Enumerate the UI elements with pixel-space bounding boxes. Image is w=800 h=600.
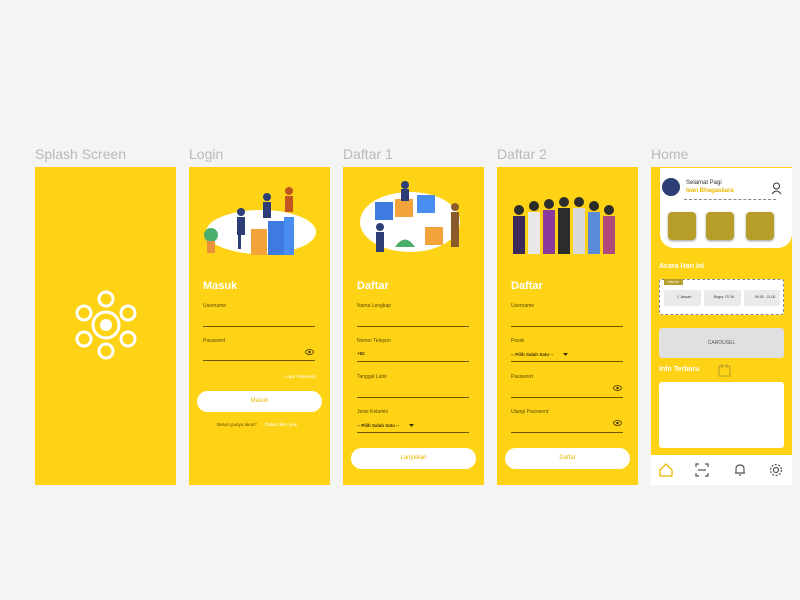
signup-prompt: Belum punya akun? (217, 422, 257, 427)
username2-label: Username (511, 303, 535, 309)
avatar (662, 178, 680, 196)
phone-field[interactable] (357, 361, 469, 362)
username-label: Username (203, 303, 227, 309)
scan-icon[interactable] (695, 463, 709, 477)
daftar1-frame-label: Daftar 1 (343, 146, 393, 162)
header-card: Selamat Pagi Ivan Bhagaskara (660, 168, 792, 248)
register-button[interactable]: Daftar (505, 448, 630, 469)
team-illustration (513, 197, 615, 254)
today-section-title: Acara Hari Ini (659, 263, 705, 270)
login-screen: Masuk Username Password Lupa Password Ma… (189, 167, 330, 485)
confirm-password-label: Ulangi Password (511, 409, 549, 415)
password-field[interactable] (203, 360, 315, 361)
greeting: Selamat Pagi (686, 180, 722, 186)
eye-icon[interactable] (305, 349, 314, 355)
username2-field[interactable] (511, 326, 623, 327)
forgot-password-link[interactable]: Lupa Password (285, 374, 316, 379)
gender-select-value[interactable]: -- Pilih Salah Satu -- (357, 423, 399, 428)
event-time: 09.00 - 11.00 (755, 295, 776, 299)
full-name-field[interactable] (357, 326, 469, 327)
profile-icon[interactable] (771, 182, 782, 195)
settings-icon[interactable] (769, 463, 783, 477)
info-section-title: Info Terbaru (659, 366, 700, 373)
position-select[interactable] (511, 361, 623, 362)
chevron-down-icon (409, 424, 414, 427)
today-badge: Hari ini (664, 279, 683, 285)
carousel[interactable]: CAROUSEL (659, 328, 784, 358)
app-logo-icon (75, 290, 137, 360)
password2-label: Password (511, 374, 533, 380)
event-card[interactable]: Hari ini 1 Januari Bogor, ITI 34 09.00 -… (659, 279, 784, 315)
gender-label: Jenis Kelamin (357, 409, 389, 415)
menu-tile-1[interactable] (668, 212, 696, 240)
position-select-value[interactable]: -- Pilih Salah Satu -- (511, 352, 553, 357)
username-field[interactable] (203, 326, 315, 327)
password-label: Password (203, 338, 225, 344)
home-icon[interactable] (659, 463, 673, 477)
menu-tile-2[interactable] (706, 212, 734, 240)
eye-icon[interactable] (613, 420, 622, 426)
password2-field[interactable] (511, 397, 623, 398)
gender-select[interactable] (357, 432, 469, 433)
header-divider (684, 199, 776, 200)
menu-tile-3[interactable] (746, 212, 774, 240)
splash-frame-label: Splash Screen (35, 146, 127, 162)
login-button[interactable]: Masuk (197, 391, 322, 412)
calendar-icon (718, 364, 731, 377)
birth-date-label: Tanggal Lahir (357, 374, 388, 380)
position-label: Posisi (511, 338, 525, 344)
full-name-label: Nama Lengkap (357, 303, 391, 309)
bell-icon[interactable] (733, 463, 747, 477)
home-frame-label: Home (651, 146, 689, 162)
continue-button[interactable]: Lanjutkan (351, 448, 476, 469)
confirm-password-field[interactable] (511, 432, 623, 433)
birth-date-field[interactable] (357, 397, 469, 398)
register-step2-screen: Daftar Username Posisi -- Pilih Salah Sa… (497, 167, 638, 485)
bottom-nav (651, 455, 792, 485)
register-heading: Daftar (357, 280, 389, 292)
eye-icon[interactable] (613, 385, 622, 391)
teamwork-illustration (204, 187, 316, 255)
register-step1-screen: Daftar Nama Lengkap Nomor Telepon +62 Ta… (343, 167, 484, 485)
puzzle-illustration (360, 181, 460, 252)
login-heading: Masuk (203, 280, 238, 292)
daftar2-frame-label: Daftar 2 (497, 146, 547, 162)
login-frame-label: Login (189, 146, 224, 162)
user-name: Ivan Bhagaskara (686, 188, 734, 194)
register2-heading: Daftar (511, 280, 543, 292)
splash-screen (35, 167, 176, 485)
chevron-down-icon (563, 353, 568, 356)
info-panel (659, 382, 784, 448)
event-location: Bogor, ITI 34 (714, 295, 735, 299)
phone-prefix: +62 (357, 351, 365, 356)
phone-label: Nomor Telepon (357, 338, 391, 344)
signup-link[interactable]: Daftar disini yuk (265, 422, 297, 427)
home-screen: Selamat Pagi Ivan Bhagaskara Acara Hari … (651, 167, 792, 485)
event-date: 1 Januari (677, 295, 692, 299)
